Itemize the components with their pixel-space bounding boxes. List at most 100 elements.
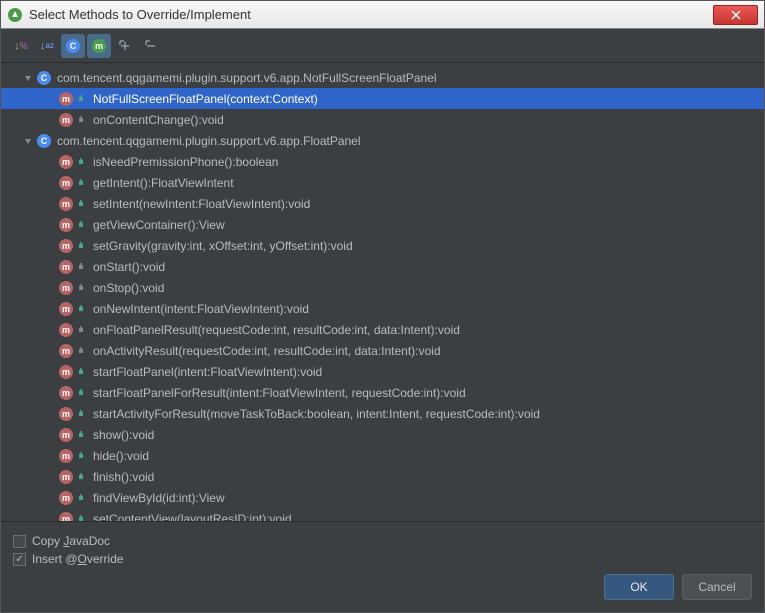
ok-button[interactable]: OK bbox=[604, 574, 674, 600]
app-icon bbox=[7, 7, 23, 23]
method-signature: onActivityResult(requestCode:int, result… bbox=[93, 344, 441, 358]
method-signature: show():void bbox=[93, 428, 154, 442]
method-signature: setContentView(layoutResID:int):void bbox=[93, 512, 292, 522]
method-node[interactable]: m onStart():void bbox=[1, 256, 764, 277]
filter-class-button[interactable]: C bbox=[61, 34, 85, 58]
visibility-icon bbox=[77, 241, 87, 251]
method-signature: startFloatPanelForResult(intent:FloatVie… bbox=[93, 386, 466, 400]
class-node[interactable]: C com.tencent.qqgamemi.plugin.support.v6… bbox=[1, 67, 764, 88]
method-node[interactable]: m startFloatPanel(intent:FloatViewIntent… bbox=[1, 361, 764, 382]
expand-all-button[interactable] bbox=[113, 34, 137, 58]
method-node[interactable]: m onNewIntent(intent:FloatViewIntent):vo… bbox=[1, 298, 764, 319]
method-node[interactable]: m findViewById(id:int):View bbox=[1, 487, 764, 508]
method-icon: m bbox=[59, 218, 73, 232]
class-icon: C bbox=[37, 71, 51, 85]
method-icon: m bbox=[59, 155, 73, 169]
method-node[interactable]: m setGravity(gravity:int, xOffset:int, y… bbox=[1, 235, 764, 256]
insert-override-checkbox[interactable]: Insert @Override bbox=[13, 552, 752, 566]
method-signature: hide():void bbox=[93, 449, 149, 463]
method-signature: NotFullScreenFloatPanel(context:Context) bbox=[93, 92, 318, 106]
method-node[interactable]: m show():void bbox=[1, 424, 764, 445]
method-node[interactable]: m setIntent(newIntent:FloatViewIntent):v… bbox=[1, 193, 764, 214]
visibility-icon bbox=[77, 94, 87, 104]
copy-javadoc-checkbox[interactable]: Copy JavaDoc bbox=[13, 534, 752, 548]
class-name: com.tencent.qqgamemi.plugin.support.v6.a… bbox=[57, 71, 437, 85]
method-icon: m bbox=[59, 197, 73, 211]
method-icon: m bbox=[59, 386, 73, 400]
method-node[interactable]: m finish():void bbox=[1, 466, 764, 487]
dialog-window: Select Methods to Override/Implement ↓% … bbox=[0, 0, 765, 613]
titlebar: Select Methods to Override/Implement bbox=[1, 1, 764, 29]
visibility-icon bbox=[77, 430, 87, 440]
expand-icon bbox=[23, 136, 33, 146]
method-signature: startFloatPanel(intent:FloatViewIntent):… bbox=[93, 365, 322, 379]
cancel-button[interactable]: Cancel bbox=[682, 574, 752, 600]
sort-alpha-button[interactable]: ↓az bbox=[35, 34, 59, 58]
method-node[interactable]: m onActivityResult(requestCode:int, resu… bbox=[1, 340, 764, 361]
visibility-icon bbox=[77, 157, 87, 167]
method-icon: m bbox=[59, 512, 73, 522]
visibility-icon bbox=[77, 220, 87, 230]
method-node[interactable]: m hide():void bbox=[1, 445, 764, 466]
method-icon: m bbox=[59, 323, 73, 337]
visibility-icon bbox=[77, 388, 87, 398]
method-icon: m bbox=[59, 344, 73, 358]
method-node[interactable]: m onStop():void bbox=[1, 277, 764, 298]
method-icon: m bbox=[59, 176, 73, 190]
sort-visibility-button[interactable]: ↓% bbox=[9, 34, 33, 58]
method-icon: m bbox=[59, 365, 73, 379]
collapse-all-button[interactable] bbox=[139, 34, 163, 58]
method-signature: findViewById(id:int):View bbox=[93, 491, 225, 505]
method-signature: startActivityForResult(moveTaskToBack:bo… bbox=[93, 407, 540, 421]
insert-override-label: Insert @Override bbox=[32, 552, 124, 566]
method-icon: m bbox=[59, 281, 73, 295]
visibility-icon bbox=[77, 451, 87, 461]
visibility-icon bbox=[77, 514, 87, 522]
method-node[interactable]: m onContentChange():void bbox=[1, 109, 764, 130]
footer: Copy JavaDoc Insert @Override OK Cancel bbox=[1, 521, 764, 612]
visibility-icon bbox=[77, 325, 87, 335]
method-icon: m bbox=[59, 491, 73, 505]
method-icon: m bbox=[59, 428, 73, 442]
visibility-icon bbox=[77, 367, 87, 377]
toolbar: ↓% ↓az C m bbox=[1, 29, 764, 63]
method-icon: m bbox=[59, 260, 73, 274]
copy-javadoc-label: Copy JavaDoc bbox=[32, 534, 110, 548]
method-node[interactable]: m isNeedPremissionPhone():boolean bbox=[1, 151, 764, 172]
method-node[interactable]: m onFloatPanelResult(requestCode:int, re… bbox=[1, 319, 764, 340]
visibility-icon bbox=[77, 262, 87, 272]
method-node[interactable]: m getViewContainer():View bbox=[1, 214, 764, 235]
method-signature: setGravity(gravity:int, xOffset:int, yOf… bbox=[93, 239, 353, 253]
visibility-icon bbox=[77, 409, 87, 419]
checkbox-icon bbox=[13, 553, 26, 566]
method-node[interactable]: m startActivityForResult(moveTaskToBack:… bbox=[1, 403, 764, 424]
method-icon: m bbox=[59, 407, 73, 421]
visibility-icon bbox=[77, 493, 87, 503]
method-icon: m bbox=[59, 92, 73, 106]
method-signature: setIntent(newIntent:FloatViewIntent):voi… bbox=[93, 197, 310, 211]
button-row: OK Cancel bbox=[13, 574, 752, 604]
method-icon: m bbox=[59, 449, 73, 463]
visibility-icon bbox=[77, 304, 87, 314]
method-signature: onNewIntent(intent:FloatViewIntent):void bbox=[93, 302, 309, 316]
method-signature: onContentChange():void bbox=[93, 113, 224, 127]
method-icon: m bbox=[59, 470, 73, 484]
class-node[interactable]: C com.tencent.qqgamemi.plugin.support.v6… bbox=[1, 130, 764, 151]
method-node[interactable]: m setContentView(layoutResID:int):void bbox=[1, 508, 764, 521]
method-signature: getViewContainer():View bbox=[93, 218, 225, 232]
method-node[interactable]: m startFloatPanelForResult(intent:FloatV… bbox=[1, 382, 764, 403]
class-icon: C bbox=[37, 134, 51, 148]
method-node[interactable]: m NotFullScreenFloatPanel(context:Contex… bbox=[1, 88, 764, 109]
close-button[interactable] bbox=[713, 5, 758, 25]
method-node[interactable]: m getIntent():FloatViewIntent bbox=[1, 172, 764, 193]
visibility-icon bbox=[77, 115, 87, 125]
expand-icon bbox=[23, 73, 33, 83]
method-signature: getIntent():FloatViewIntent bbox=[93, 176, 234, 190]
visibility-icon bbox=[77, 199, 87, 209]
filter-method-button[interactable]: m bbox=[87, 34, 111, 58]
visibility-icon bbox=[77, 283, 87, 293]
method-signature: onStop():void bbox=[93, 281, 164, 295]
method-tree[interactable]: C com.tencent.qqgamemi.plugin.support.v6… bbox=[1, 63, 764, 521]
class-name: com.tencent.qqgamemi.plugin.support.v6.a… bbox=[57, 134, 361, 148]
method-signature: isNeedPremissionPhone():boolean bbox=[93, 155, 278, 169]
